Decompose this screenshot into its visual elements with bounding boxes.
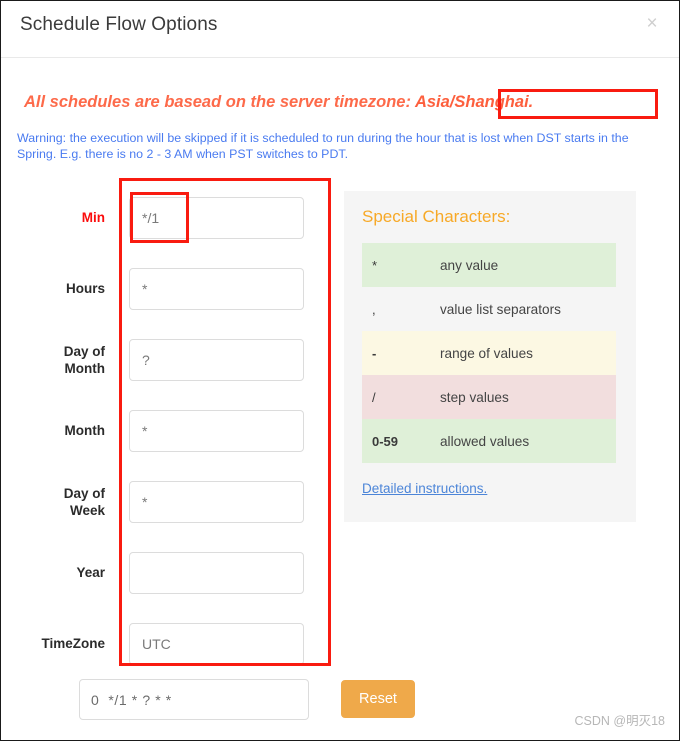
field-label-day-of-week-line1: Day of [63, 486, 105, 501]
close-icon[interactable]: × [642, 14, 662, 34]
timezone-notice-value: Asia/Shanghai. [414, 93, 534, 111]
form-row-min: Min [1, 197, 331, 239]
table-row: - range of values [362, 331, 616, 375]
dst-warning-text: Warning: the execution will be skipped i… [17, 131, 629, 161]
year-input[interactable] [129, 552, 304, 594]
table-row: , value list separators [362, 287, 616, 331]
special-char-description: range of values [440, 345, 533, 361]
field-label-timezone: TimeZone [41, 636, 105, 651]
field-label-day-of-month: Day of Month [1, 343, 105, 377]
watermark: CSDN @明灭18 [574, 714, 666, 728]
field-label-min: Min [81, 210, 105, 225]
table-row: 0-59 allowed values [362, 419, 616, 463]
field-label-month: Month [64, 423, 105, 438]
month-input[interactable] [129, 410, 304, 452]
form-row-hours: Hours [1, 268, 331, 310]
special-characters-title: Special Characters: [362, 207, 511, 226]
cron-expression-input[interactable] [79, 679, 309, 720]
table-row: / step values [362, 375, 616, 419]
special-char-symbol: / [372, 389, 376, 405]
day-of-month-input[interactable] [129, 339, 304, 381]
table-row: * any value [362, 243, 616, 287]
special-char-symbol: * [372, 257, 378, 273]
day-of-week-input[interactable] [129, 481, 304, 523]
field-label-hours: Hours [65, 281, 105, 296]
special-char-symbol: 0-59 [372, 433, 399, 449]
special-char-description: allowed values [440, 433, 530, 449]
form-row-timezone: TimeZone [1, 623, 331, 665]
dialog-header: Schedule Flow Options × [1, 1, 679, 58]
special-char-description: any value [440, 257, 499, 273]
timezone-input[interactable] [129, 623, 304, 665]
detailed-instructions-link[interactable]: Detailed instructions. [362, 481, 487, 496]
field-label-day-of-week: Day of Week [1, 485, 105, 519]
schedule-flow-options-dialog: Schedule Flow Options × All schedules ar… [0, 0, 680, 741]
cron-field-group: Min Hours Day of Month Month Day of Week [1, 181, 331, 671]
min-input[interactable] [129, 197, 304, 239]
reset-button[interactable]: Reset [341, 680, 415, 718]
field-label-day-of-month-line2: Month [64, 361, 105, 376]
form-row-month: Month [1, 410, 331, 452]
special-char-description: step values [440, 389, 509, 405]
special-characters-panel: Special Characters: * any value , value … [344, 191, 636, 522]
field-label-day-of-month-line1: Day of [63, 344, 105, 359]
special-char-description: value list separators [440, 301, 561, 317]
timezone-notice: All schedules are basead on the server t… [24, 93, 533, 112]
timezone-notice-prefix: All schedules are basead on the server t… [24, 93, 415, 111]
form-row-day-of-month: Day of Month [1, 339, 331, 381]
special-char-symbol: , [372, 301, 376, 317]
field-label-year: Year [76, 565, 105, 580]
form-row-year: Year [1, 552, 331, 594]
field-label-day-of-week-line2: Week [69, 503, 105, 518]
special-char-symbol: - [372, 345, 377, 361]
form-row-day-of-week: Day of Week [1, 481, 331, 523]
hours-input[interactable] [129, 268, 304, 310]
page-title: Schedule Flow Options [20, 14, 218, 35]
special-characters-table: * any value , value list separators - ra… [362, 243, 616, 463]
